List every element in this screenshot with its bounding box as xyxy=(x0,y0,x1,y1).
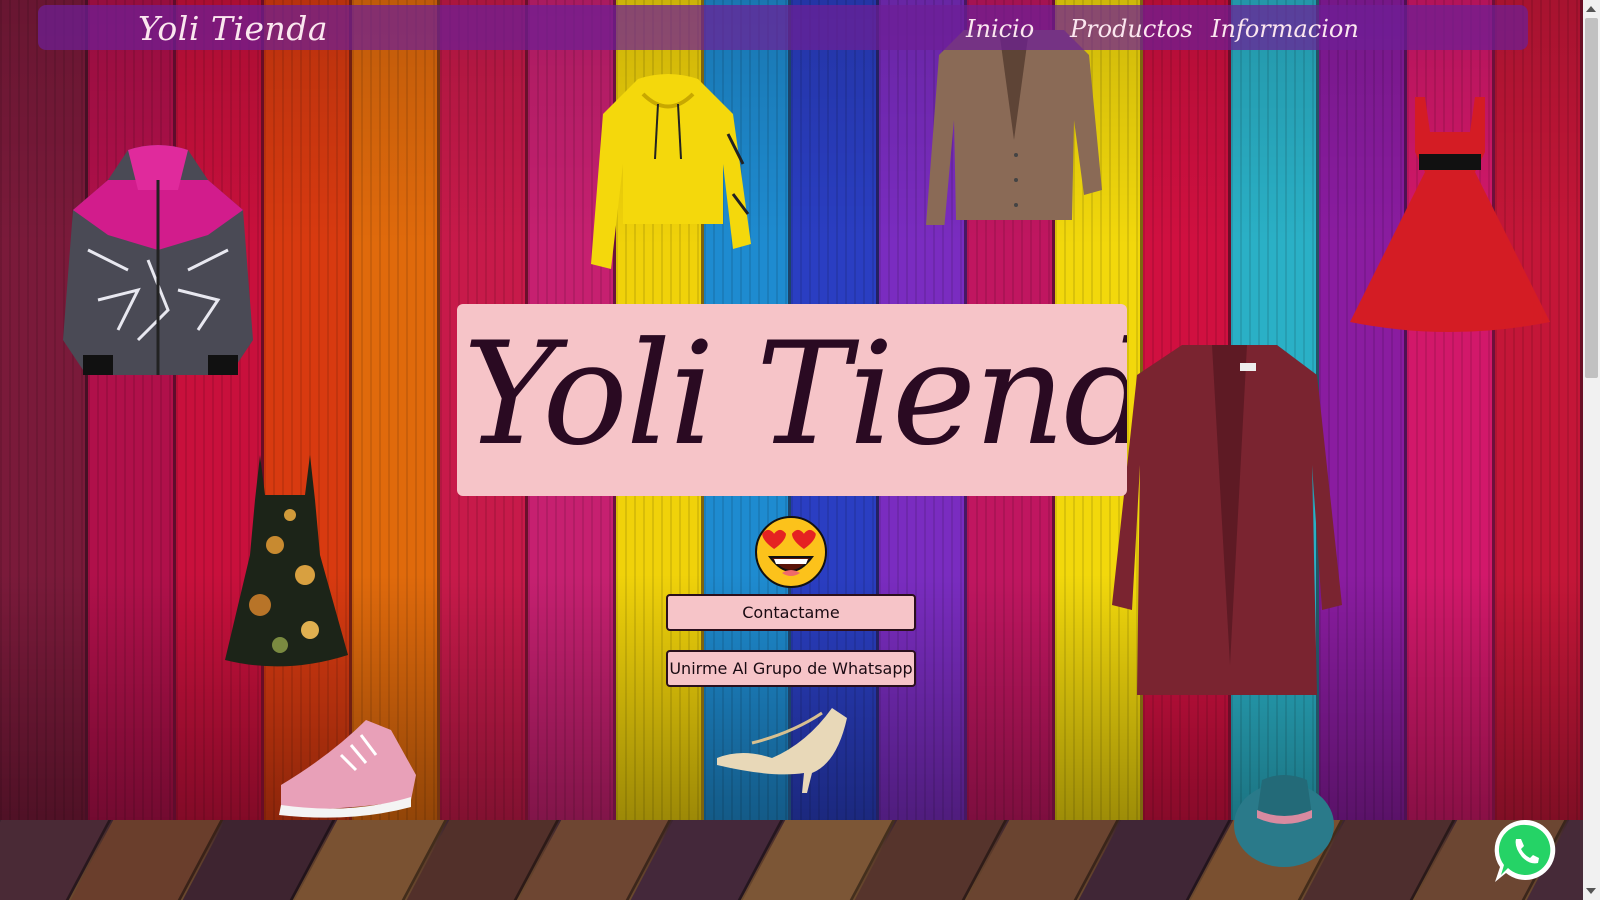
nav-link-inicio[interactable]: Inicio xyxy=(966,15,1034,43)
wood-floor xyxy=(0,820,1583,900)
teal-hat-image xyxy=(1234,775,1334,867)
navbar: Yoli Tienda Inicio Productos Informacion xyxy=(38,5,1528,50)
brown-cardigan-image xyxy=(926,30,1102,225)
wood-plank xyxy=(87,0,176,820)
hero-title: Yoli Tienda xyxy=(463,312,1127,477)
burgundy-long-cardigan-image xyxy=(1112,345,1342,695)
wood-plank xyxy=(351,0,440,820)
heart-eyes-emoji-icon xyxy=(755,516,827,588)
brand-logo-link[interactable]: Yoli Tienda xyxy=(138,9,328,48)
contact-button[interactable]: Contactame xyxy=(666,594,916,631)
wood-plank xyxy=(175,0,264,820)
pink-jacket-image xyxy=(63,145,253,375)
whatsapp-icon[interactable] xyxy=(1492,817,1560,885)
glitter-heels-image xyxy=(717,708,847,793)
yellow-hoodie-image xyxy=(591,74,751,269)
scrollbar-thumb[interactable] xyxy=(1585,18,1598,378)
red-dress-image xyxy=(1350,97,1550,332)
hero-title-box: Yoli Tienda xyxy=(457,304,1127,496)
wood-plank xyxy=(0,0,88,820)
floral-dress-image xyxy=(225,455,348,667)
nav-link-informacion[interactable]: Informacion xyxy=(1211,15,1359,43)
wood-plank xyxy=(263,0,352,820)
scroll-up-arrow-icon[interactable] xyxy=(1586,6,1596,12)
scroll-down-arrow-icon[interactable] xyxy=(1586,888,1596,894)
nav-link-productos[interactable]: Productos xyxy=(1070,15,1193,43)
page-scrollbar[interactable] xyxy=(1583,0,1600,900)
pink-sneaker-image xyxy=(279,720,416,818)
join-whatsapp-group-button[interactable]: Unirme Al Grupo de Whatsapp xyxy=(666,650,916,687)
